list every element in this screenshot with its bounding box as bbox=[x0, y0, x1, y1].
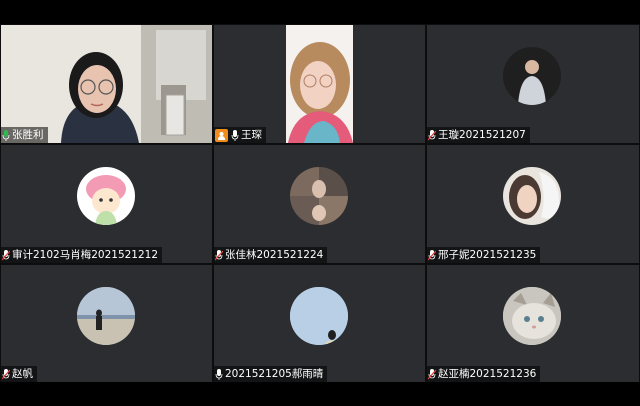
participant-namebar: 邢子妮2021521235 bbox=[427, 247, 541, 263]
participant-name: 张胜利 bbox=[12, 129, 44, 141]
microphone-muted-icon bbox=[428, 129, 436, 140]
participant-name: 2021521205郝雨晴 bbox=[225, 368, 324, 380]
participant-grid: 张胜利 王琛 王璇2021521207 审计2102马肖梅2021521212 … bbox=[0, 24, 640, 382]
participant-namebar: 赵帆 bbox=[1, 366, 37, 382]
participant-namebar: 王璇2021521207 bbox=[427, 127, 530, 143]
participant-tile-9[interactable]: 赵亚楠2021521236 bbox=[427, 265, 639, 382]
microphone-muted-icon bbox=[428, 368, 436, 379]
participant-name: 邢子妮2021521235 bbox=[438, 249, 537, 261]
avatar bbox=[77, 167, 135, 225]
participant-tile-8[interactable]: 2021521205郝雨晴 bbox=[214, 265, 425, 382]
avatar bbox=[290, 287, 348, 345]
participant-video bbox=[286, 25, 353, 143]
microphone-muted-icon bbox=[2, 249, 10, 260]
participant-namebar: 王琛 bbox=[214, 127, 266, 143]
participant-tile-1[interactable]: 张胜利 bbox=[1, 25, 212, 143]
avatar bbox=[77, 287, 135, 345]
microphone-muted-icon bbox=[428, 249, 436, 260]
participant-name: 赵帆 bbox=[12, 368, 33, 380]
participant-namebar: 审计2102马肖梅2021521212 bbox=[1, 247, 163, 263]
participant-name: 王琛 bbox=[241, 129, 262, 141]
avatar bbox=[503, 167, 561, 225]
participant-namebar: 张胜利 bbox=[1, 127, 48, 143]
participant-tile-7[interactable]: 赵帆 bbox=[1, 265, 212, 382]
avatar bbox=[503, 47, 561, 105]
microphone-icon bbox=[231, 129, 239, 141]
microphone-muted-icon bbox=[2, 368, 10, 379]
participant-tile-4[interactable]: 审计2102马肖梅2021521212 bbox=[1, 145, 212, 263]
microphone-icon bbox=[215, 368, 223, 380]
host-icon bbox=[215, 128, 228, 142]
meeting-window: 张胜利 王琛 王璇2021521207 审计2102马肖梅2021521212 … bbox=[0, 0, 640, 406]
participant-tile-5[interactable]: 张佳林2021521224 bbox=[214, 145, 425, 263]
avatar bbox=[290, 167, 348, 225]
participant-tile-2[interactable]: 王琛 bbox=[214, 25, 425, 143]
participant-video bbox=[1, 25, 212, 143]
avatar bbox=[503, 287, 561, 345]
microphone-muted-icon bbox=[215, 249, 223, 260]
participant-tile-6[interactable]: 邢子妮2021521235 bbox=[427, 145, 639, 263]
participant-name: 审计2102马肖梅2021521212 bbox=[12, 249, 159, 261]
participant-name: 张佳林2021521224 bbox=[225, 249, 324, 261]
participant-namebar: 2021521205郝雨晴 bbox=[214, 366, 328, 382]
participant-tile-3[interactable]: 王璇2021521207 bbox=[427, 25, 639, 143]
participant-name: 赵亚楠2021521236 bbox=[438, 368, 537, 380]
participant-namebar: 张佳林2021521224 bbox=[214, 247, 328, 263]
participant-namebar: 赵亚楠2021521236 bbox=[427, 366, 541, 382]
participant-name: 王璇2021521207 bbox=[438, 129, 526, 141]
microphone-icon bbox=[2, 129, 10, 141]
